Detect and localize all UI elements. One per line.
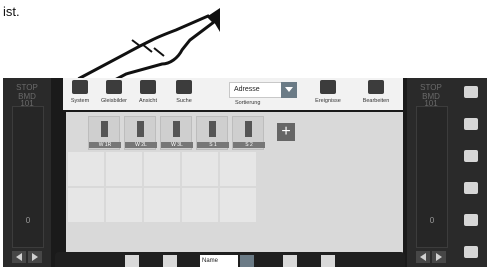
arrow-left-icon [420, 253, 426, 261]
article-tile[interactable]: W 1R [88, 116, 121, 150]
speed-slider[interactable]: 0 [416, 106, 448, 248]
edit-wrench-icon [368, 80, 384, 94]
direction-left-button[interactable] [416, 251, 430, 263]
whistle-icon[interactable] [464, 118, 478, 130]
turnout-icon [137, 121, 144, 137]
view-icon [140, 80, 156, 94]
ansicht-button[interactable]: Ansicht [131, 80, 165, 108]
gleisbilder-label: Gleisbilder [101, 98, 127, 104]
keyboard-icon[interactable] [125, 255, 139, 267]
stop-label[interactable]: STOP [407, 84, 455, 92]
article-tile[interactable]: W 3L [160, 116, 193, 150]
ereignisse-label: Ereignisse [315, 98, 341, 104]
article-label: W 2L [125, 142, 157, 148]
document-text: ist. [3, 4, 20, 19]
direction-right-button[interactable] [28, 251, 42, 263]
article-tile[interactable]: S 1 [196, 116, 229, 150]
ansicht-label: Ansicht [138, 98, 158, 104]
grid-cell[interactable] [144, 188, 180, 222]
app-screen: STOP BMD 101 0 System Gleisbilder Ansich… [3, 78, 487, 267]
grid-cell[interactable] [106, 188, 142, 222]
arrow-right-icon [32, 253, 38, 261]
ereignisse-button[interactable]: Ereignisse [311, 80, 345, 108]
bearbeiten-label: Bearbeiten [362, 98, 390, 104]
suche-button[interactable]: Suche [167, 80, 201, 108]
article-label: S 1 [197, 142, 229, 148]
bottom-keyboard-bar: Name [55, 252, 405, 267]
grid-cell[interactable] [182, 188, 218, 222]
name-field[interactable]: Name [200, 255, 238, 267]
left-control-panel: STOP BMD 101 0 [3, 78, 51, 267]
grid-cell[interactable] [68, 188, 104, 222]
turnout-icon [173, 121, 180, 137]
article-grid: W 1R W 2L W 3L S 1 S 2 + [66, 112, 403, 267]
arrow-left-icon [16, 253, 22, 261]
turnout-icon [101, 121, 108, 137]
sort-label: Sortierung [235, 100, 261, 106]
grid-cell[interactable] [68, 152, 104, 186]
engine-sound-icon[interactable] [464, 150, 478, 162]
direction-left-button[interactable] [12, 251, 26, 263]
help-icon[interactable] [321, 255, 335, 267]
article-label: W 3L [161, 142, 193, 148]
grid-cell[interactable] [144, 152, 180, 186]
system-label: System [70, 98, 90, 104]
search-icon[interactable] [163, 255, 177, 267]
system-button[interactable]: System [63, 80, 97, 108]
system-icon [72, 80, 88, 94]
stop-label[interactable]: STOP [3, 84, 51, 92]
function-icon-column [455, 78, 487, 267]
article-tile[interactable]: W 2L [124, 116, 157, 150]
grid-cell[interactable] [220, 152, 256, 186]
speed-slider[interactable]: 0 [12, 106, 44, 248]
events-icon [320, 80, 336, 94]
article-label: S 2 [233, 142, 265, 148]
add-article-button[interactable]: + [277, 123, 295, 141]
signal-icon [209, 121, 216, 137]
light-icon[interactable] [464, 86, 478, 98]
horn-icon[interactable] [464, 246, 478, 258]
address-dropdown-button[interactable] [281, 82, 297, 98]
search-icon [176, 80, 192, 94]
right-control-panel: STOP BMD 101 0 [407, 78, 455, 267]
tool-icon[interactable] [283, 255, 297, 267]
grid-cell[interactable] [220, 188, 256, 222]
direction-right-button[interactable] [432, 251, 446, 263]
speed-value: 0 [429, 216, 435, 225]
article-label: W 1R [89, 142, 121, 148]
address-field[interactable]: Adresse [229, 82, 283, 98]
suche-label: Suche [176, 98, 192, 104]
bearbeiten-button[interactable]: Bearbeiten [359, 80, 393, 108]
coupler-icon[interactable] [464, 182, 478, 194]
name-dropdown-button[interactable] [240, 255, 254, 267]
signal-icon [245, 121, 252, 137]
chevron-down-icon [285, 87, 293, 92]
arrow-right-icon [436, 253, 442, 261]
gleisbilder-button[interactable]: Gleisbilder [97, 80, 131, 108]
track-diagram-icon [106, 80, 122, 94]
toolbar: System Gleisbilder Ansicht Suche Adresse… [63, 78, 403, 110]
grid-cell[interactable] [106, 152, 142, 186]
grid-cell[interactable] [182, 152, 218, 186]
lock-icon[interactable] [464, 214, 478, 226]
article-tile[interactable]: S 2 [232, 116, 265, 150]
speed-value: 0 [25, 216, 31, 225]
